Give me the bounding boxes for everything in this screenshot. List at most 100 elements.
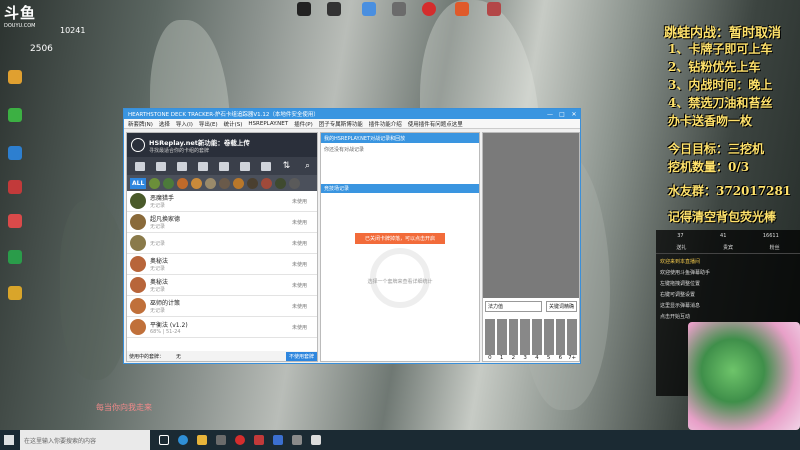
mana-label: 6 (558, 355, 563, 361)
menu-select[interactable]: 选择 (159, 120, 170, 128)
mana-select[interactable]: 法力值 (485, 301, 542, 312)
class-hunter-icon[interactable] (163, 177, 175, 189)
edge-icon[interactable] (178, 435, 188, 445)
maximize-icon[interactable]: □ (556, 111, 568, 118)
close-icon[interactable]: ✕ (568, 111, 580, 118)
deck-item[interactable]: 平衡法 (v1.2) 68% | 51-24 未使用 (127, 317, 317, 338)
mana-curve-chart (483, 315, 579, 355)
window-titlebar[interactable]: HEARTHSTONE DECK TRACKER-炉石卡组追踪器V1.12（本地… (124, 109, 580, 119)
overlay-rule-1: 1、卡牌子即可上车 (668, 42, 773, 56)
mage-class-icon (130, 319, 146, 335)
class-mage-icon[interactable] (177, 177, 189, 189)
taskbar-search-input[interactable]: 在这里输入你要搜索的内容 (20, 430, 150, 450)
overlay-goal-count: 挖机数量：0/3 (668, 160, 750, 174)
wechat-icon (8, 108, 22, 122)
menu-plugins[interactable]: 插件(P) (294, 120, 313, 128)
class-neutral-icon[interactable] (289, 177, 301, 189)
menu-import[interactable]: 导入(I) (176, 120, 193, 128)
desktop-icon-2[interactable] (320, 2, 348, 17)
desktop-icon-pc[interactable] (4, 146, 26, 161)
desktop-icon-c[interactable] (4, 286, 26, 301)
class-paladin-icon[interactable] (191, 177, 203, 189)
deck-item[interactable]: 无记录 未使用 (127, 233, 317, 254)
class-dh-icon[interactable] (275, 177, 287, 189)
desktop-icon-7[interactable] (480, 2, 508, 17)
desktop-icon-4[interactable] (385, 2, 413, 17)
unuse-deck-button[interactable]: 不使用套牌 (285, 351, 317, 361)
app-icon (455, 2, 469, 16)
filter-brawl[interactable] (193, 161, 212, 171)
app-icon[interactable] (292, 435, 302, 445)
hsreplay-banner[interactable]: HSReplay.net新功能：卷载上传 寻找最适合你的卡组的套牌 (127, 133, 317, 157)
desktop-icon-excel[interactable] (4, 250, 26, 265)
menu-plugin-intro[interactable]: 插件功能介绍 (369, 120, 402, 128)
class-priest-icon[interactable] (205, 177, 217, 189)
mana-label: 3 (523, 355, 527, 361)
menu-help[interactable]: 使用插件有问题点这里 (408, 120, 463, 128)
desktop-icon-6[interactable] (448, 2, 476, 17)
desktop-icon-3[interactable] (355, 2, 383, 17)
keyword-match-button[interactable]: 关键词精确 (545, 301, 577, 312)
filter-casual[interactable] (214, 161, 233, 171)
search-icon[interactable]: ⌕ (298, 161, 317, 171)
desktop-icon-recycle[interactable] (4, 70, 26, 85)
room-id-top: 10241 (60, 26, 86, 35)
desktop-icon-a[interactable] (4, 180, 26, 195)
select-deck-note: 选择一个套牌来查看详细统计 (367, 279, 433, 285)
app-icon (8, 180, 22, 194)
desktop-icon-5[interactable] (415, 2, 443, 17)
mage-class-icon (130, 256, 146, 272)
class-rogue-icon[interactable] (219, 177, 231, 189)
filter-ranked[interactable] (235, 161, 254, 171)
class-warlock-icon[interactable] (247, 177, 259, 189)
filter-wild[interactable] (151, 161, 170, 171)
menu-stats[interactable]: 统计(S) (224, 120, 243, 128)
app-icon (297, 2, 311, 16)
filter-bar: ⇅ ⌕ (127, 157, 317, 175)
card-drop-button[interactable]: 已关闭卡牌掉落，可以点击开启 (355, 233, 445, 244)
chat-tabs: 送礼 贵宾 粉丝 (656, 242, 800, 254)
chat-tab[interactable]: 送礼 (676, 244, 686, 251)
mana-bar (520, 319, 530, 355)
filter-arena[interactable] (172, 161, 191, 171)
windows-start-icon[interactable] (4, 435, 14, 445)
frog-avatar (688, 322, 800, 430)
hsreplay-logo-icon (131, 138, 145, 152)
menu-exclusive[interactable]: 团子专属斯博功能 (319, 120, 363, 128)
netease-music-icon[interactable] (235, 435, 245, 445)
deck-item[interactable]: 奥秘法 无记录 未使用 (127, 275, 317, 296)
deck-item[interactable]: 奥秘法 无记录 未使用 (127, 254, 317, 275)
minimize-icon[interactable]: — (544, 111, 556, 118)
menu-hsreplay[interactable]: HSREPLAY.NET (248, 121, 288, 127)
app-icon[interactable] (254, 435, 264, 445)
app-icon[interactable] (273, 435, 283, 445)
desktop-icon-b[interactable] (4, 214, 26, 229)
app-icon[interactable] (311, 435, 321, 445)
deck-item[interactable]: 恶魔猎手 无记录 未使用 (127, 191, 317, 212)
filter-icon (176, 161, 187, 171)
folder-icon[interactable] (197, 435, 207, 445)
desktop-icon-wechat[interactable] (4, 108, 26, 123)
chat-tab[interactable]: 贵宾 (723, 244, 733, 251)
filter-friendly[interactable] (256, 161, 275, 171)
deck-status: 未使用 (291, 304, 307, 310)
desktop-icon-1[interactable] (290, 2, 318, 17)
class-druid-icon[interactable] (149, 177, 161, 189)
deck-item[interactable]: 巫师的计策 无记录 未使用 (127, 296, 317, 317)
overlay-rule-0: 跳蛙内战：暂时取消 (664, 26, 782, 41)
mage-class-icon (130, 298, 146, 314)
menu-new-deck[interactable]: 新套牌(N) (128, 120, 153, 128)
chat-stats: 37 41 16611 (656, 230, 800, 242)
deck-item[interactable]: 超凡换家德 无记录 未使用 (127, 212, 317, 233)
app-icon[interactable] (216, 435, 226, 445)
active-deck-label: 使用中的套牌： (129, 353, 165, 360)
sort-icon[interactable]: ⇅ (277, 161, 296, 171)
class-all-button[interactable]: ALL (130, 177, 147, 189)
menu-export[interactable]: 导出(E) (199, 120, 218, 128)
class-warrior-icon[interactable] (261, 177, 273, 189)
task-view-icon[interactable] (159, 435, 169, 445)
deck-status: 未使用 (291, 283, 307, 289)
filter-standard[interactable] (130, 161, 149, 171)
chat-tab[interactable]: 粉丝 (770, 244, 780, 251)
class-shaman-icon[interactable] (233, 177, 245, 189)
